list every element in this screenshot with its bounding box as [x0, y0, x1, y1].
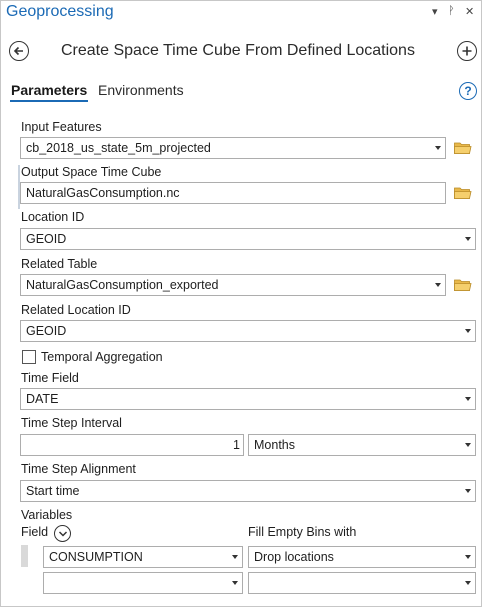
chevron-down-icon: [461, 397, 475, 401]
chevron-down-icon: [461, 237, 475, 241]
related-location-id-dropdown[interactable]: GEOID: [20, 320, 476, 342]
time-step-interval-input[interactable]: 1: [20, 434, 244, 456]
time-field-dropdown[interactable]: DATE: [20, 388, 476, 410]
fill-empty-bins-value: Drop locations: [254, 550, 334, 564]
geoprocessing-pane: Geoprocessing ▾ ᚹ ✕ Create Space Time Cu…: [0, 0, 482, 607]
arrow-left-icon: [13, 46, 23, 56]
time-step-alignment-dropdown[interactable]: Start time: [20, 480, 476, 502]
related-table-value: NaturalGasConsumption_exported: [26, 278, 219, 292]
chevron-down-icon: [461, 581, 475, 585]
field-column-header: Field: [21, 525, 49, 539]
plus-icon: [462, 46, 472, 56]
time-step-alignment-label: Time Step Alignment: [21, 462, 136, 476]
temporal-aggregation-checkbox[interactable]: [22, 350, 36, 364]
folder-icon[interactable]: [454, 186, 472, 199]
output-cube-value: NaturalGasConsumption.nc: [26, 186, 180, 200]
output-cube-field[interactable]: NaturalGasConsumption.nc: [20, 182, 446, 204]
related-location-id-label: Related Location ID: [21, 303, 131, 317]
time-field-value: DATE: [26, 392, 59, 406]
chevron-down-icon: [228, 581, 242, 585]
chevron-down-icon: [461, 489, 475, 493]
time-step-unit-dropdown[interactable]: Months: [248, 434, 476, 456]
tab-parameters[interactable]: Parameters: [11, 82, 87, 98]
close-pane-button[interactable]: ✕: [465, 5, 474, 18]
time-step-unit-value: Months: [254, 438, 295, 452]
related-table-dropdown[interactable]: NaturalGasConsumption_exported: [20, 274, 446, 296]
time-field-label: Time Field: [21, 371, 79, 385]
variable-field-value: CONSUMPTION: [49, 550, 143, 564]
input-features-label: Input Features: [21, 120, 102, 134]
variables-label: Variables: [21, 508, 73, 522]
row-selector[interactable]: [21, 545, 28, 567]
output-cube-label: Output Space Time Cube: [21, 165, 162, 179]
related-location-id-value: GEOID: [26, 324, 67, 338]
location-id-value: GEOID: [26, 232, 67, 246]
auto-hide-pin-icon[interactable]: ᚹ: [448, 5, 455, 17]
time-step-interval-label: Time Step Interval: [21, 416, 122, 430]
fill-empty-bins-dropdown-empty[interactable]: [248, 572, 476, 594]
back-button[interactable]: [9, 41, 29, 61]
chevron-down-icon: [228, 555, 242, 559]
tool-title: Create Space Time Cube From Defined Loca…: [61, 42, 415, 59]
chevron-down-icon: [431, 283, 445, 287]
help-icon[interactable]: ?: [459, 82, 477, 100]
fill-empty-bins-header: Fill Empty Bins with: [248, 525, 357, 539]
location-id-dropdown[interactable]: GEOID: [20, 228, 476, 250]
chevron-down-icon: [58, 530, 67, 537]
chevron-down-icon: [461, 329, 475, 333]
chevron-down-icon: [461, 443, 475, 447]
time-step-interval-number: 1: [233, 438, 240, 452]
folder-icon[interactable]: [454, 141, 472, 154]
variable-field-dropdown[interactable]: CONSUMPTION: [43, 546, 243, 568]
time-step-alignment-value: Start time: [26, 484, 80, 498]
chevron-down-icon: [461, 555, 475, 559]
fill-empty-bins-dropdown[interactable]: Drop locations: [248, 546, 476, 568]
input-features-value: cb_2018_us_state_5m_projected: [26, 141, 211, 155]
variable-field-dropdown-empty[interactable]: [43, 572, 243, 594]
folder-icon[interactable]: [454, 278, 472, 291]
active-tab-indicator: [10, 100, 88, 102]
input-features-dropdown[interactable]: cb_2018_us_state_5m_projected: [20, 137, 446, 159]
related-table-label: Related Table: [21, 257, 98, 271]
tab-environments[interactable]: Environments: [98, 82, 184, 98]
add-button[interactable]: [457, 41, 477, 61]
pane-title: Geoprocessing: [6, 3, 114, 20]
sort-chevron-button[interactable]: [54, 525, 71, 542]
location-id-label: Location ID: [21, 210, 85, 224]
chevron-down-icon: [431, 146, 445, 150]
temporal-aggregation-label: Temporal Aggregation: [41, 350, 163, 364]
pane-options-dropdown[interactable]: ▾: [432, 5, 438, 18]
